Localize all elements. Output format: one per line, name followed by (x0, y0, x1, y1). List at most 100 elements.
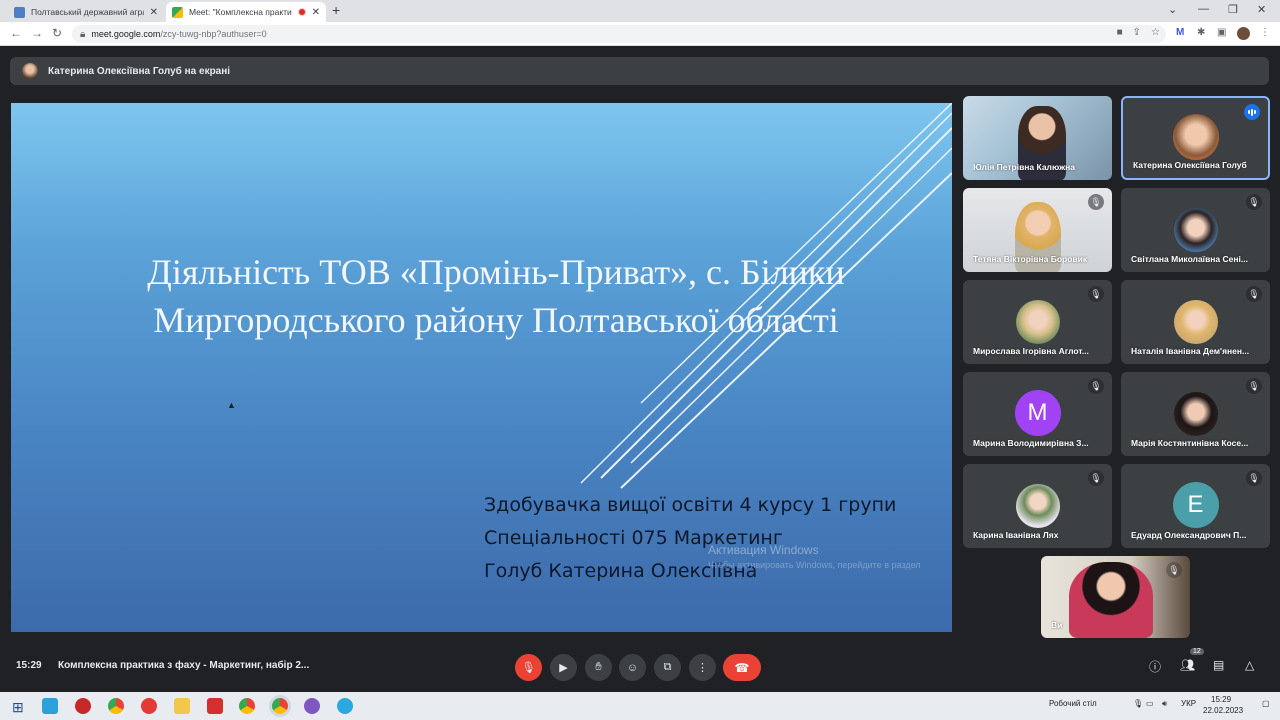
reactions-button[interactable]: ☺ (619, 654, 646, 681)
meet-favicon-icon (172, 6, 183, 18)
slide-title-line: Миргородського району Полтавської област… (153, 300, 839, 340)
meeting-clock: 15:29 (16, 660, 42, 671)
shared-screen-slide: Діяльність ТОВ «Промінь-Приват», с. Біли… (11, 103, 952, 632)
presenting-banner: Катерина Олексіївна Голуб на екрані (10, 57, 1269, 85)
extensions-puzzle-icon[interactable]: ✱ (1197, 27, 1205, 38)
leave-call-button[interactable]: ☎︎ (723, 654, 761, 681)
tab-search-icon[interactable]: ⌄ (1168, 3, 1177, 16)
participant-avatar (1173, 300, 1218, 344)
participant-tile[interactable]: 🎙︎ Марія Костянтинівна Косе... (1121, 372, 1270, 456)
desktop-toolbar-label[interactable]: Робочий стіл (1049, 699, 1097, 708)
participant-tile[interactable]: M 🎙︎ Марина Володимирівна З... (963, 372, 1112, 456)
minimize-icon[interactable]: — (1198, 3, 1209, 15)
muted-mic-icon: 🎙︎ (1246, 470, 1262, 486)
slide-title: Діяльність ТОВ «Промінь-Приват», с. Біли… (51, 248, 941, 344)
activities-icon[interactable]: △ (1245, 658, 1254, 672)
windows-taskbar: ⊞ Робочий стіл 🎙︎ ▭ 🔊︎ УКР 15:29 22.02.2… (0, 692, 1280, 720)
participant-name: Тетяна Вікторівна Боровик (973, 254, 1088, 264)
participant-name: Катерина Олексіївна Голуб (1133, 160, 1247, 170)
address-toolbar: ← → ↻ 🔒︎ meet.google.com/zcy-tuwg-nbp?au… (0, 22, 1280, 46)
url-bar[interactable]: 🔒︎ meet.google.com/zcy-tuwg-nbp?authuser… (72, 25, 1166, 43)
participant-tile[interactable]: 🎙︎ Мирослава Ігорівна Аглот... (963, 280, 1112, 364)
people-icon[interactable]: 👥︎ (1180, 658, 1195, 672)
participant-tile[interactable]: 🎙︎ Карина Іванівна Лях (963, 464, 1112, 548)
muted-mic-icon: 🎙︎ (1088, 286, 1104, 302)
back-icon[interactable]: ← (10, 26, 22, 40)
presenter-label: Катерина Олексіївна Голуб на екрані (48, 65, 231, 77)
new-tab-button[interactable]: + (332, 2, 340, 18)
tab-meet[interactable]: Meet: "Комплексна практи... ✕ (166, 2, 326, 22)
camera-button[interactable]: ▶ (550, 654, 577, 681)
tab-university[interactable]: Полтавський державний аграр... ✕ (8, 2, 164, 22)
participant-name: Карина Іванівна Лях (973, 530, 1059, 540)
opera-icon[interactable] (141, 698, 157, 714)
telegram-icon[interactable] (337, 698, 353, 714)
bookmark-star-icon[interactable]: ☆ (1151, 27, 1160, 38)
participant-name: Марія Костянтинівна Косе... (1131, 438, 1249, 448)
participant-tile[interactable]: Юлія Петрівна Калюжна (963, 96, 1112, 180)
slide-subtitle-line: Спеціальності 075 Маркетинг (484, 527, 783, 549)
close-window-icon[interactable]: ✕ (1257, 3, 1266, 16)
muted-mic-icon: 🎙︎ (1246, 378, 1262, 394)
windows-start-icon[interactable]: ⊞ (12, 699, 24, 716)
meeting-title: Комплексна практика з фаху - Маркетинг, … (58, 660, 310, 671)
recording-icon (297, 8, 306, 16)
extension-m-icon[interactable]: M (1176, 27, 1184, 38)
forward-icon[interactable]: → (31, 26, 43, 40)
participant-avatar (1015, 300, 1060, 344)
self-view-tile[interactable]: 🎙︎ Ви (1041, 556, 1190, 638)
windows-activation-watermark: Активация Windows (708, 543, 819, 557)
chrome-active-icon[interactable] (272, 698, 288, 714)
close-tab-icon[interactable]: ✕ (312, 7, 320, 18)
tray-date[interactable]: 22.02.2023 (1203, 706, 1243, 715)
participant-name: Юлія Петрівна Калюжна (973, 162, 1075, 172)
participant-name: Едуард Олександрович П... (1131, 530, 1247, 540)
camera-in-use-icon[interactable]: ■ (1117, 27, 1123, 38)
language-indicator[interactable]: УКР (1181, 699, 1196, 708)
reload-icon[interactable]: ↻ (52, 26, 62, 40)
volume-icon[interactable]: 🔊︎ (1162, 699, 1167, 709)
restore-icon[interactable]: ❐ (1228, 3, 1238, 16)
present-screen-button[interactable]: ⧉ (654, 654, 681, 681)
chrome-icon[interactable] (239, 698, 255, 714)
participant-tile[interactable]: 🎙︎ Світлана Миколаївна Сені... (1121, 188, 1270, 272)
microphone-tray-icon[interactable]: 🎙︎ (1133, 699, 1143, 708)
raise-hand-button[interactable]: ✋︎ (585, 654, 612, 681)
lock-icon[interactable]: 🔒︎ (80, 29, 85, 40)
participant-tile-active[interactable]: Катерина Олексіївна Голуб (1121, 96, 1270, 180)
close-tab-icon[interactable]: ✕ (150, 7, 158, 18)
participant-avatar (1172, 114, 1219, 160)
pdf-icon[interactable] (207, 698, 223, 714)
side-panel-icon[interactable]: ▣ (1217, 27, 1226, 38)
folder-icon[interactable] (174, 698, 190, 714)
notifications-icon[interactable]: ▢ (1262, 699, 1270, 708)
participant-tile[interactable]: 🎙︎ Тетяна Вікторівна Боровик (963, 188, 1112, 272)
muted-mic-icon: 🎙︎ (1088, 470, 1104, 486)
chat-icon[interactable]: ▤ (1213, 658, 1224, 672)
browser-tab-bar: Полтавський державний аграр... ✕ Meet: "… (0, 0, 1280, 22)
menu-dots-icon[interactable]: ⋮ (1260, 27, 1270, 38)
muted-mic-icon: 🎙︎ (1246, 286, 1262, 302)
participant-avatar (1173, 392, 1218, 436)
network-icon[interactable]: ▭ (1146, 699, 1154, 708)
app-icon[interactable] (75, 698, 91, 714)
participant-count-badge: 12 (1190, 648, 1204, 655)
share-icon[interactable]: ⇪ (1133, 27, 1141, 38)
viber-icon[interactable] (304, 698, 320, 714)
muted-mic-icon: 🎙︎ (1246, 194, 1262, 210)
meeting-details-icon[interactable]: ⓘ (1149, 658, 1161, 675)
mouse-cursor-icon: ▲ (227, 400, 236, 410)
tab-title: Полтавський державний аграр... (31, 7, 144, 17)
microphone-off-button[interactable]: 🎙︎ (515, 654, 542, 681)
tray-clock[interactable]: 15:29 (1211, 695, 1231, 704)
chrome-icon[interactable] (108, 698, 124, 714)
windows-activation-hint: Чтобы активировать Windows, перейдите в … (708, 560, 921, 570)
participant-tile[interactable]: 🎙︎ Наталія Іванівна Дем'янен... (1121, 280, 1270, 364)
profile-avatar[interactable] (1237, 27, 1250, 40)
presenter-avatar (22, 63, 38, 79)
app-icon[interactable] (42, 698, 58, 714)
slide-subtitle: Здобувачка вищої освіти 4 курсу 1 групи … (484, 489, 896, 588)
more-options-button[interactable]: ⋮ (689, 654, 716, 681)
participant-avatar (1015, 484, 1060, 528)
participant-tile[interactable]: E 🎙︎ Едуард Олександрович П... (1121, 464, 1270, 548)
